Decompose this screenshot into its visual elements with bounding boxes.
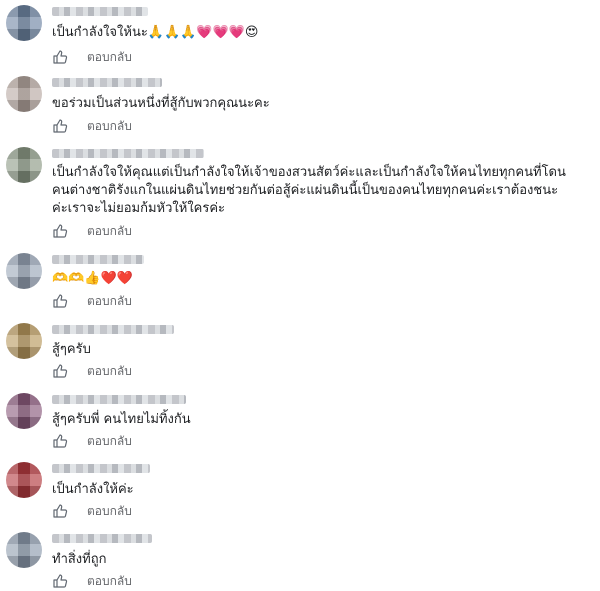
thumbs-up-icon[interactable] — [52, 503, 68, 519]
thumbs-up-icon[interactable] — [52, 223, 68, 239]
comment-item: 🫶🫶👍❤️❤️ ตอบกลับ — [0, 253, 600, 313]
comment-actions: ตอบกลับ — [52, 293, 252, 311]
comment-item: เป็นกำลังให้ค่ะ ตอบกลับ — [0, 462, 600, 522]
commenter-name-blurred[interactable] — [52, 325, 174, 334]
commenter-name-blurred[interactable] — [52, 7, 148, 16]
thumbs-up-icon[interactable] — [52, 118, 68, 134]
comment-actions: ตอบกลับ — [52, 503, 252, 521]
reply-button[interactable]: ตอบกลับ — [87, 293, 132, 309]
reply-button[interactable]: ตอบกลับ — [87, 223, 132, 239]
commenter-name-blurred[interactable] — [52, 395, 186, 404]
thumbs-up-icon[interactable] — [52, 433, 68, 449]
thumbs-up-icon[interactable] — [52, 573, 68, 589]
comment-text: เป็นกำลังให้ค่ะ — [52, 482, 134, 497]
reply-button[interactable]: ตอบกลับ — [87, 363, 132, 379]
comment-item: ขอร่วมเป็นส่วนหนึ่งที่สู้กับพวกคุณนะคะ ต… — [0, 76, 600, 136]
commenter-name-blurred[interactable] — [52, 78, 162, 87]
comment-text: สู้ๆครับพี่ คนไทยไม่ทิ้งกัน — [52, 412, 191, 427]
comment-text: สู้ๆครับ — [52, 342, 91, 357]
avatar[interactable] — [6, 323, 42, 359]
comment-text: เป็นกำลังใจให้คุณแต่เป็นกำลังใจให้เจ้าขอ… — [52, 165, 566, 216]
comment-text: ทำสิ่งที่ถูก — [52, 552, 107, 567]
reply-button[interactable]: ตอบกลับ — [87, 118, 132, 134]
avatar[interactable] — [6, 76, 42, 112]
reply-button[interactable]: ตอบกลับ — [87, 49, 132, 65]
comment-text: 🫶🫶👍❤️❤️ — [52, 271, 133, 286]
comment-actions: ตอบกลับ — [52, 223, 252, 241]
avatar[interactable] — [6, 5, 42, 41]
comment-item: เป็นกำลังใจให้คุณแต่เป็นกำลังใจให้เจ้าขอ… — [0, 147, 600, 242]
commenter-name-blurred[interactable] — [52, 255, 144, 264]
avatar[interactable] — [6, 147, 42, 183]
avatar[interactable] — [6, 393, 42, 429]
comment-item: สู้ๆครับ ตอบกลับ — [0, 323, 600, 383]
avatar[interactable] — [6, 532, 42, 568]
commenter-name-blurred[interactable] — [52, 149, 204, 158]
thumbs-up-icon[interactable] — [52, 293, 68, 309]
comment-actions: ตอบกลับ — [52, 49, 252, 67]
comment-actions: ตอบกลับ — [52, 118, 252, 136]
comment-actions: ตอบกลับ — [52, 363, 252, 381]
reply-button[interactable]: ตอบกลับ — [87, 503, 132, 519]
avatar[interactable] — [6, 253, 42, 289]
thumbs-up-icon[interactable] — [52, 363, 68, 379]
commenter-name-blurred[interactable] — [52, 534, 152, 543]
comment-actions: ตอบกลับ — [52, 433, 252, 451]
comment-actions: ตอบกลับ — [52, 573, 252, 591]
reply-button[interactable]: ตอบกลับ — [87, 433, 132, 449]
comment-item: สู้ๆครับพี่ คนไทยไม่ทิ้งกัน ตอบกลับ — [0, 393, 600, 453]
comment-text: ขอร่วมเป็นส่วนหนึ่งที่สู้กับพวกคุณนะคะ — [52, 96, 270, 111]
comment-text: เป็นกำลังใจให้นะ🙏🙏🙏💗💗💗😍 — [52, 25, 259, 40]
avatar[interactable] — [6, 462, 42, 498]
comment-item: เป็นกำลังใจให้นะ🙏🙏🙏💗💗💗😍 ตอบกลับ — [0, 5, 600, 65]
comment-item: ทำสิ่งที่ถูก ตอบกลับ — [0, 532, 600, 588]
thumbs-up-icon[interactable] — [52, 49, 68, 65]
reply-button[interactable]: ตอบกลับ — [87, 573, 132, 589]
commenter-name-blurred[interactable] — [52, 464, 150, 473]
